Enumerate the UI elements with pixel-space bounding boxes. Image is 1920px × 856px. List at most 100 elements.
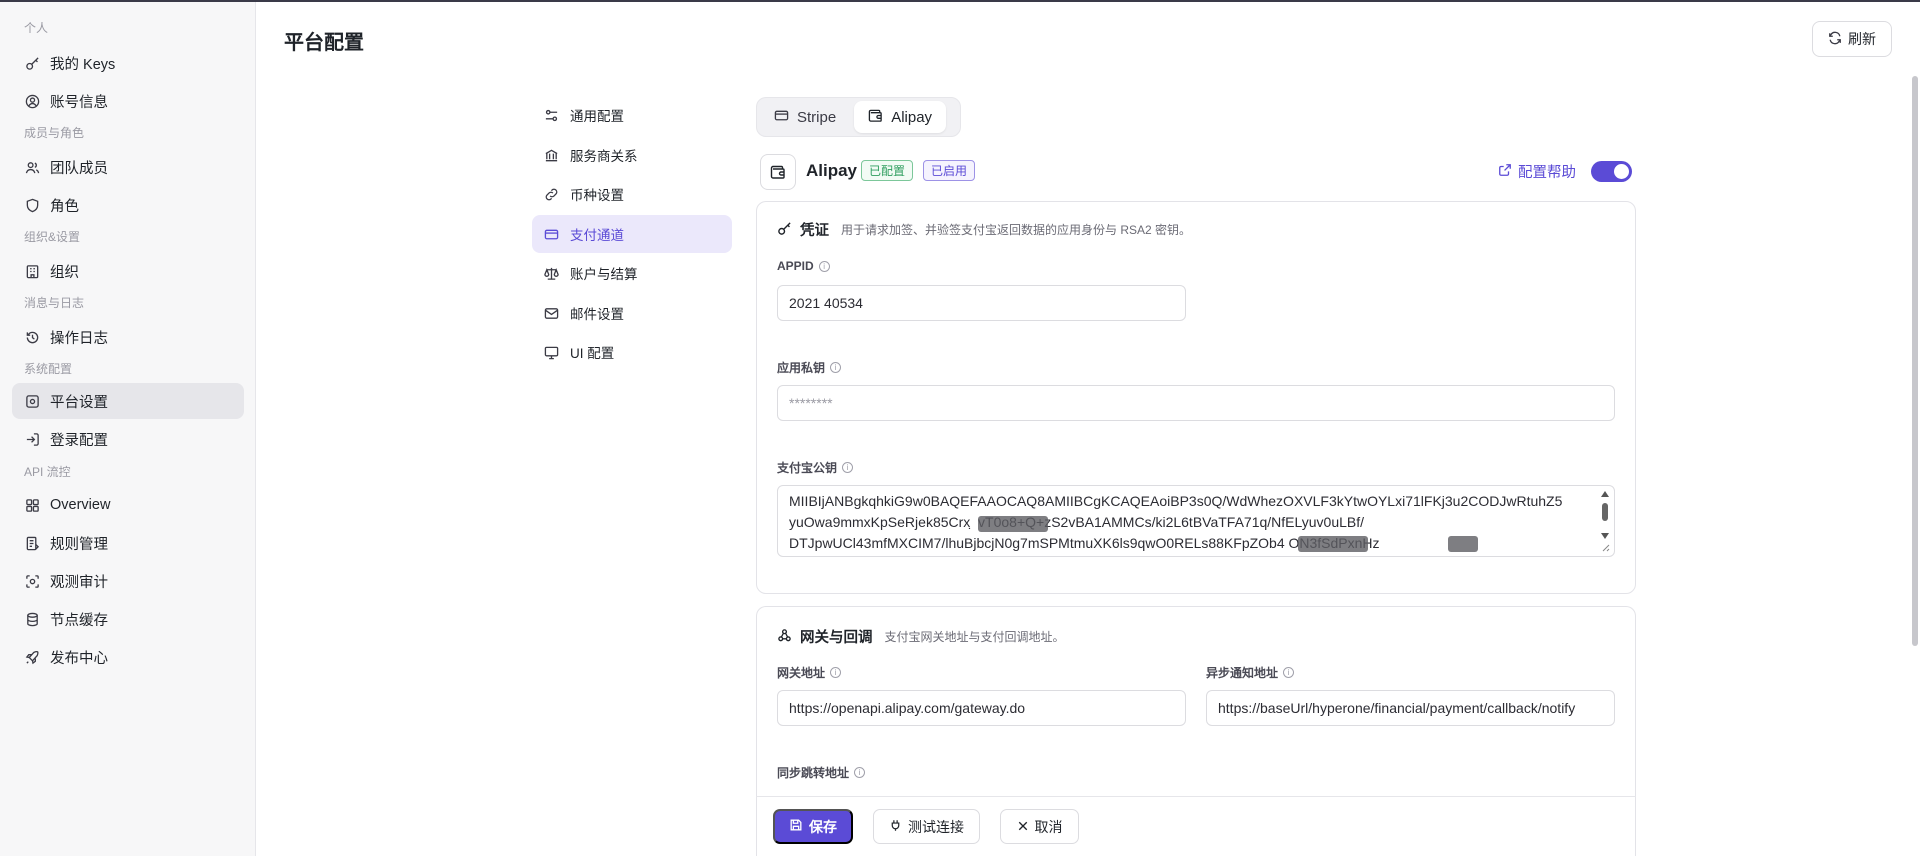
- sidebar-item-label: 角色: [50, 198, 79, 215]
- toggle-knob: [1614, 164, 1629, 179]
- plug-icon: [889, 819, 902, 835]
- sidebar-item-my-keys[interactable]: 我的 Keys: [12, 45, 244, 81]
- provider-enabled-toggle[interactable]: [1591, 161, 1632, 182]
- provider-tabs: Stripe Alipay: [756, 97, 961, 137]
- settings-nav-ui[interactable]: UI 配置: [532, 333, 732, 371]
- sidebar-item-login-config[interactable]: 登录配置: [12, 421, 244, 457]
- info-icon[interactable]: i: [842, 462, 854, 473]
- page-scrollbar[interactable]: [1912, 76, 1918, 646]
- sidebar-item-node-cache[interactable]: 节点缓存: [12, 601, 244, 637]
- info-icon[interactable]: i: [830, 667, 842, 678]
- tab-label: Stripe: [797, 108, 837, 126]
- cancel-button[interactable]: 取消: [1000, 809, 1079, 844]
- redaction-mark: [978, 516, 1048, 532]
- public-key-label-text: 支付宝公钥: [777, 461, 838, 475]
- sidebar-item-label: 规则管理: [50, 536, 108, 553]
- return-url-label-text: 同步跳转地址: [777, 766, 850, 780]
- tab-alipay[interactable]: Alipay: [854, 101, 947, 133]
- appid-label: APPID i: [777, 259, 830, 273]
- sidebar-item-account-info[interactable]: 账号信息: [12, 83, 244, 119]
- link-icon: [544, 186, 560, 202]
- sidebar-item-audit[interactable]: 观测审计: [12, 563, 244, 599]
- settings-nav-service-providers[interactable]: 服务商关系: [532, 136, 732, 174]
- notify-url-input[interactable]: https://baseUrl/hyperone/financial/payme…: [1206, 690, 1615, 726]
- settings-nav-general[interactable]: 通用配置: [532, 96, 732, 134]
- gateway-url-input[interactable]: https://openapi.alipay.com/gateway.do: [777, 690, 1186, 726]
- sidebar-group-system: 系统配置: [24, 362, 73, 376]
- sidebar-item-rules[interactable]: 规则管理: [12, 525, 244, 561]
- appid-label-text: APPID: [777, 259, 814, 273]
- gateway-url-label: 网关地址 i: [777, 664, 842, 681]
- settings-nav-label: 支付通道: [570, 228, 624, 243]
- credit-card-icon: [774, 108, 789, 127]
- save-label: 保存: [809, 818, 837, 835]
- settings-nav-currency[interactable]: 币种设置: [532, 175, 732, 213]
- settings-nav-accounts-settlement[interactable]: 账户与结算: [532, 254, 732, 292]
- settings-nav-label: 币种设置: [570, 188, 624, 203]
- external-link-icon: [1498, 163, 1512, 181]
- notify-url-label: 异步通知地址 i: [1206, 664, 1295, 681]
- sidebar-item-operation-log[interactable]: 操作日志: [12, 319, 244, 355]
- tab-stripe[interactable]: Stripe: [760, 101, 850, 133]
- scale-icon: [544, 265, 560, 281]
- config-help-label: 配置帮助: [1518, 165, 1576, 181]
- history-icon: [24, 329, 40, 345]
- private-key-label-text: 应用私钥: [777, 361, 826, 375]
- info-icon[interactable]: i: [818, 260, 830, 272]
- window-top-border: [0, 0, 1920, 2]
- form-action-bar: 保存 测试连接 取消: [756, 796, 1636, 856]
- mail-icon: [544, 305, 560, 321]
- key-icon: [24, 55, 40, 71]
- provider-name: Alipay: [806, 161, 858, 180]
- info-icon[interactable]: i: [830, 362, 842, 373]
- gateway-title: 网关与回调: [800, 630, 873, 646]
- sidebar-item-release-center[interactable]: 发布中心: [12, 639, 244, 675]
- public-key-label: 支付宝公钥 i: [777, 459, 854, 476]
- credit-card-icon: [544, 226, 560, 242]
- sidebar-item-label: 平台设置: [50, 394, 108, 411]
- sidebar-item-roles[interactable]: 角色: [12, 187, 244, 223]
- redaction-mark: [1448, 536, 1478, 552]
- gateway-description: 支付宝网关地址与支付回调地址。: [884, 630, 1065, 644]
- settings-icon: [24, 393, 40, 409]
- scan-icon: [24, 573, 40, 589]
- sidebar-item-overview[interactable]: Overview: [12, 487, 244, 523]
- wallet-icon: [868, 108, 883, 127]
- sidebar-item-label: 团队成员: [50, 160, 108, 177]
- test-connection-button[interactable]: 测试连接: [873, 809, 980, 844]
- return-url-label: 同步跳转地址 i: [777, 764, 866, 781]
- sidebar-item-label: 节点缓存: [50, 612, 108, 629]
- appid-input[interactable]: 2021 40534: [777, 285, 1186, 321]
- building-icon: [24, 263, 40, 279]
- sidebar-item-label: 我的 Keys: [50, 56, 116, 73]
- config-help-link[interactable]: 配置帮助: [1498, 161, 1576, 182]
- rocket-icon: [24, 649, 40, 665]
- credentials-description: 用于请求加签、并验签支付宝返回数据的应用身份与 RSA2 密钥。: [841, 223, 1192, 237]
- refresh-icon: [1828, 31, 1842, 48]
- info-icon[interactable]: i: [1283, 667, 1295, 678]
- public-key-textarea[interactable]: MIIBIjANBgkqhkiG9w0BAQEFAAOCAQ8AMIIBCgKC…: [777, 485, 1615, 557]
- monitor-icon: [544, 344, 560, 360]
- page-title: 平台配置: [284, 32, 364, 54]
- key-icon: [777, 221, 792, 239]
- save-button[interactable]: 保存: [773, 809, 853, 844]
- sidebar-item-label: 组织: [50, 264, 79, 281]
- users-icon: [24, 159, 40, 175]
- textarea-scrollbar[interactable]: [1599, 489, 1611, 553]
- settings-nav-payment-channels[interactable]: 支付通道: [532, 215, 732, 253]
- private-key-input[interactable]: ********: [777, 385, 1615, 421]
- sidebar-item-platform-settings[interactable]: 平台设置: [12, 383, 244, 419]
- sidebar-item-label: 观测审计: [50, 574, 108, 591]
- sidebar-item-organization[interactable]: 组织: [12, 253, 244, 289]
- settings-nav-email[interactable]: 邮件设置: [532, 294, 732, 332]
- sidebar-item-team-members[interactable]: 团队成员: [12, 149, 244, 185]
- sliders-icon: [544, 107, 560, 123]
- login-icon: [24, 431, 40, 447]
- settings-nav-label: 服务商关系: [570, 149, 638, 164]
- refresh-button[interactable]: 刷新: [1812, 21, 1892, 57]
- settings-nav-label: UI 配置: [570, 346, 615, 361]
- sidebar-group-org: 组织&设置: [24, 230, 81, 244]
- sidebar-item-label: 账号信息: [50, 94, 108, 111]
- settings-nav-label: 邮件设置: [570, 307, 624, 322]
- info-icon[interactable]: i: [854, 767, 866, 778]
